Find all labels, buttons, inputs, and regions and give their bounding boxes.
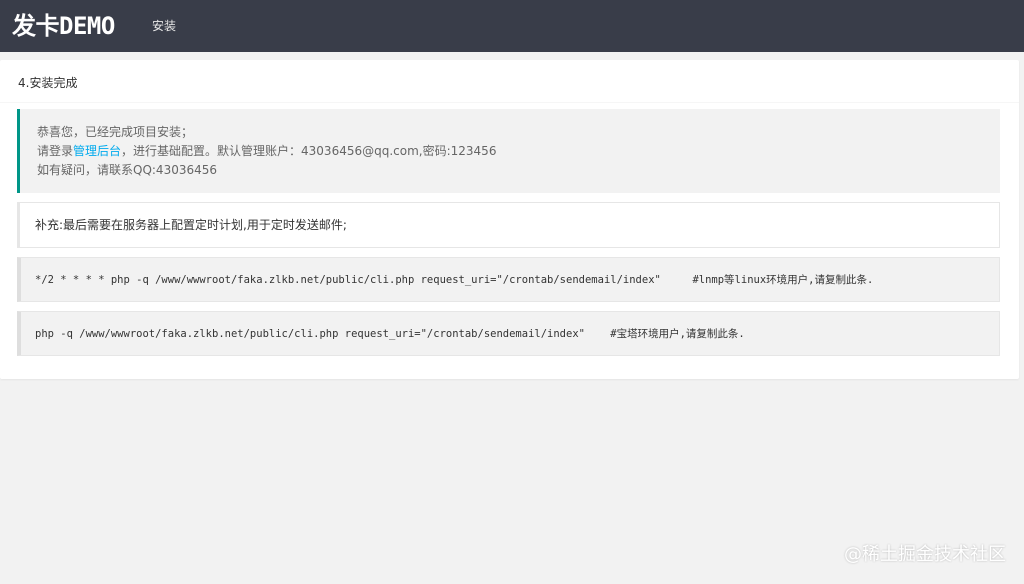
code-block-baota: php -q /www/wwwroot/faka.zlkb.net/public…: [17, 311, 1000, 356]
code-text-lnmp[interactable]: */2 * * * * php -q /www/wwwroot/faka.zlk…: [35, 272, 873, 288]
code-block-lnmp: */2 * * * * php -q /www/wwwroot/faka.zlk…: [17, 257, 1000, 302]
notice-login-suffix: ，进行基础配置。默认管理账户：43036456@qq.com,密码:123456: [121, 144, 497, 158]
watermark: @稀土掘金技术社区: [844, 544, 1006, 565]
code-text-baota[interactable]: php -q /www/wwwroot/faka.zlkb.net/public…: [35, 326, 745, 342]
card-header: 4.安装完成: [0, 60, 1019, 103]
app-logo[interactable]: 发卡DEMO: [12, 9, 115, 43]
nav-item-install[interactable]: 安装: [152, 17, 176, 35]
card-title: 4.安装完成: [18, 76, 78, 90]
notice-login-prefix: 请登录: [37, 144, 74, 158]
top-navbar: 发卡DEMO 安装: [0, 0, 1024, 52]
success-notice: 恭喜您，已经完成项目安装； 请登录管理后台，进行基础配置。默认管理账户：4303…: [17, 109, 1000, 193]
admin-panel-link[interactable]: 管理后台: [73, 144, 121, 158]
notice-line-contact: 如有疑问，请联系QQ:43036456: [37, 163, 218, 177]
notice-line-congrats: 恭喜您，已经完成项目安装；: [37, 125, 194, 139]
supplement-text: 补充:最后需要在服务器上配置定时计划,用于定时发送邮件;: [35, 218, 347, 232]
supplement-note: 补充:最后需要在服务器上配置定时计划,用于定时发送邮件;: [17, 202, 1000, 248]
install-card: 4.安装完成 恭喜您，已经完成项目安装； 请登录管理后台，进行基础配置。默认管理…: [0, 60, 1019, 379]
notice-line-login: 请登录管理后台，进行基础配置。默认管理账户：43036456@qq.com,密码…: [37, 143, 496, 159]
